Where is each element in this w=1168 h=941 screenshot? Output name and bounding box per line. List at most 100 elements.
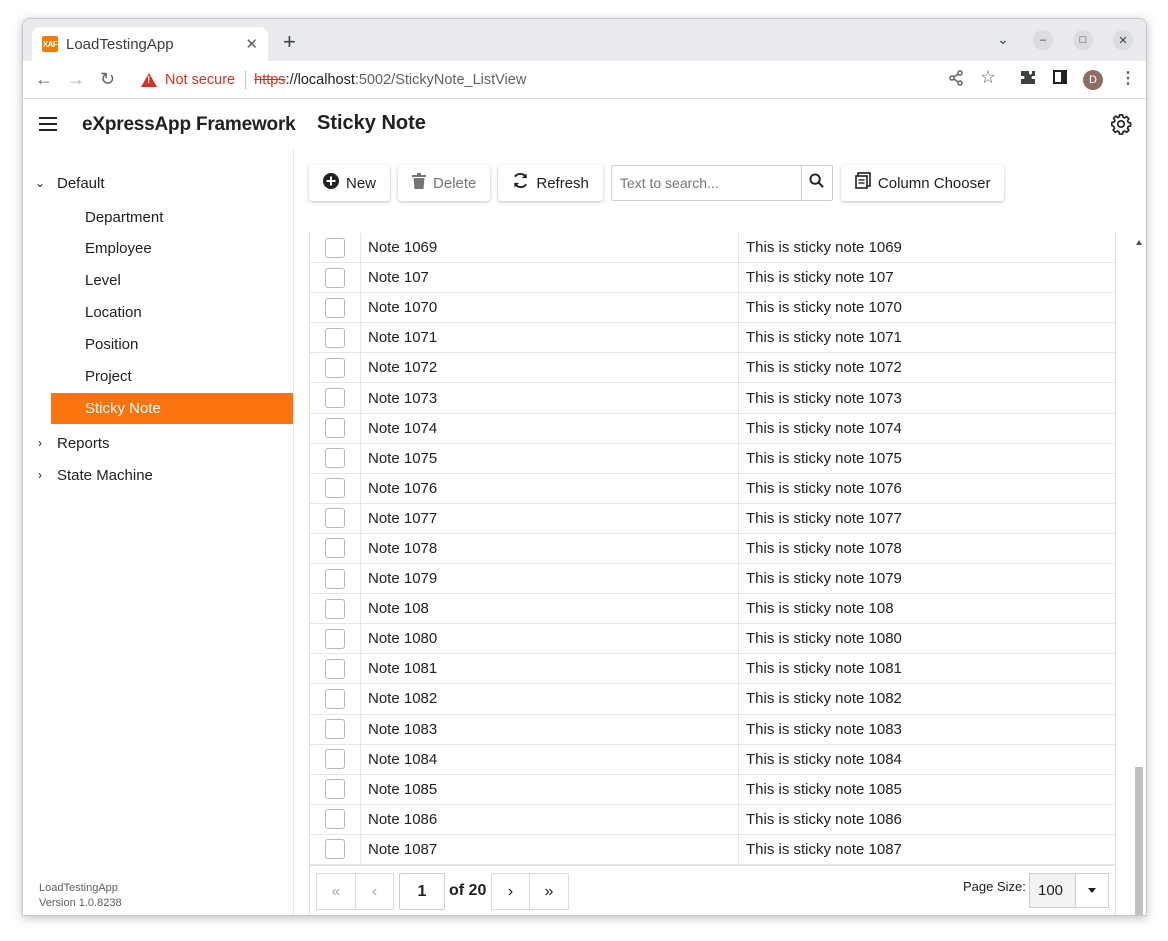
next-page-button[interactable]: › <box>491 873 530 910</box>
page-size-select[interactable]: 100 <box>1029 873 1109 908</box>
table-row[interactable]: Note 1078 This is sticky note 1078 <box>310 533 1115 565</box>
gear-icon[interactable] <box>1110 113 1132 135</box>
row-checkbox[interactable] <box>325 388 345 409</box>
row-checkbox[interactable] <box>325 598 345 619</box>
sidebar-item-sticky-note[interactable]: Sticky Note <box>51 393 293 424</box>
cell-name: Note 1081 <box>361 654 739 684</box>
table-row[interactable]: Note 1073 This is sticky note 1073 <box>310 383 1115 414</box>
first-page-button[interactable]: « <box>316 873 356 910</box>
tab-close-icon[interactable]: ✕ <box>245 35 258 53</box>
table-row[interactable]: Note 1076 This is sticky note 1076 <box>310 473 1115 504</box>
sidebar-item-project[interactable]: Project <box>51 361 293 392</box>
forward-icon[interactable]: → <box>67 69 85 89</box>
row-checkbox[interactable] <box>325 478 345 499</box>
grid-pager: « ‹ 1 of 20 › » Page Size: 100 <box>309 866 1116 915</box>
row-checkbox[interactable] <box>325 779 345 800</box>
nav-group-reports[interactable]: › Reports <box>23 432 110 454</box>
table-row[interactable]: Note 1077 This is sticky note 1077 <box>310 503 1115 534</box>
row-checkbox[interactable] <box>325 658 345 679</box>
new-tab-icon[interactable]: + <box>283 31 296 53</box>
minimize-icon[interactable]: – <box>1033 30 1053 50</box>
profile-avatar[interactable]: D <box>1083 70 1103 90</box>
navigation-sidebar: ⌄ Default Department Employee Level Loca… <box>23 150 294 915</box>
row-checkbox[interactable] <box>325 628 345 649</box>
cell-text: This is sticky note 1081 <box>746 660 902 678</box>
table-row[interactable]: Note 1084 This is sticky note 1084 <box>310 744 1115 775</box>
browser-tab[interactable]: XAF LoadTestingApp ✕ <box>32 27 268 61</box>
row-checkbox[interactable] <box>325 357 345 378</box>
grid-scrollbar[interactable] <box>1133 234 1145 915</box>
row-checkbox[interactable] <box>325 719 345 740</box>
last-page-button[interactable]: » <box>529 873 569 910</box>
table-row[interactable]: Note 1072 This is sticky note 1072 <box>310 353 1115 384</box>
reload-icon[interactable]: ↻ <box>100 69 115 89</box>
table-row[interactable]: Note 1075 This is sticky note 1075 <box>310 443 1115 474</box>
bookmark-star-icon[interactable]: ☆ <box>980 68 996 86</box>
table-row[interactable]: Note 1079 This is sticky note 1079 <box>310 564 1115 595</box>
side-panel-icon[interactable] <box>1053 70 1067 89</box>
row-checkbox[interactable] <box>325 839 345 860</box>
table-row[interactable]: Note 1087 This is sticky note 1087 <box>310 834 1115 865</box>
tab-search-chevron-icon[interactable]: ⌄ <box>997 31 1009 48</box>
table-row[interactable]: Note 1074 This is sticky note 1074 <box>310 413 1115 444</box>
sidebar-item-location[interactable]: Location <box>51 297 293 328</box>
row-checkbox[interactable] <box>325 297 345 318</box>
extensions-icon[interactable] <box>1020 70 1036 91</box>
table-row[interactable]: Note 1080 This is sticky note 1080 <box>310 624 1115 655</box>
footer-app-name: LoadTestingApp <box>39 882 118 894</box>
row-checkbox[interactable] <box>325 568 345 589</box>
row-checkbox[interactable] <box>325 508 345 529</box>
table-row[interactable]: Note 1085 This is sticky note 1085 <box>310 774 1115 805</box>
table-row[interactable]: Note 1069 This is sticky note 1069 <box>310 233 1115 264</box>
search-input[interactable] <box>611 166 801 200</box>
maximize-icon[interactable]: □ <box>1073 30 1093 50</box>
page-size-dropdown-button[interactable] <box>1076 874 1108 907</box>
row-checkbox[interactable] <box>325 237 345 258</box>
caret-down-icon <box>1088 888 1096 893</box>
search-button[interactable] <box>800 166 832 200</box>
cell-text: This is sticky note 1079 <box>746 570 902 588</box>
refresh-button[interactable]: Refresh <box>498 165 603 201</box>
scroll-up-arrow-icon[interactable] <box>1136 240 1142 245</box>
table-row[interactable]: Note 1071 This is sticky note 1071 <box>310 323 1115 354</box>
new-button[interactable]: New <box>309 165 391 201</box>
row-checkbox[interactable] <box>325 749 345 770</box>
column-chooser-button[interactable]: Column Chooser <box>840 165 1005 201</box>
table-row[interactable]: Note 1070 This is sticky note 1070 <box>310 293 1115 324</box>
table-row[interactable]: Note 108 This is sticky note 108 <box>310 594 1115 625</box>
table-row[interactable]: Note 1083 This is sticky note 1083 <box>310 714 1115 745</box>
row-checkbox[interactable] <box>325 327 345 348</box>
hamburger-menu-icon[interactable] <box>39 117 57 131</box>
table-row[interactable]: Note 1082 This is sticky note 1082 <box>310 684 1115 715</box>
table-row[interactable]: Note 1081 This is sticky note 1081 <box>310 654 1115 685</box>
sidebar-item-level[interactable]: Level <box>51 265 293 296</box>
nav-group-state-machine[interactable]: › State Machine <box>23 464 153 486</box>
browser-menu-icon[interactable]: ⋮ <box>1120 70 1136 88</box>
share-icon[interactable] <box>948 70 964 91</box>
page-number-input[interactable]: 1 <box>399 873 445 910</box>
delete-button[interactable]: Delete <box>398 165 491 201</box>
row-checkbox[interactable] <box>325 538 345 559</box>
browser-toolbar: ← → ↻ Not secure https ://localhost :500… <box>23 61 1146 99</box>
prev-page-button[interactable]: ‹ <box>355 873 394 910</box>
row-checkbox[interactable] <box>325 688 345 709</box>
window-close-icon[interactable]: ✕ <box>1113 30 1133 50</box>
row-select-cell <box>310 654 361 684</box>
page-size-value: 100 <box>1030 874 1076 907</box>
row-checkbox[interactable] <box>325 418 345 439</box>
sidebar-item-department[interactable]: Department <box>51 202 293 233</box>
address-bar[interactable]: Not secure https ://localhost :5002/Stic… <box>131 65 1001 95</box>
row-checkbox[interactable] <box>325 448 345 469</box>
sidebar-item-position[interactable]: Position <box>51 329 293 360</box>
nav-group-default[interactable]: ⌄ Default <box>23 172 105 194</box>
cell-name: Note 1087 <box>361 834 739 864</box>
row-checkbox[interactable] <box>325 809 345 830</box>
back-icon[interactable]: ← <box>35 69 53 89</box>
cell-name: Note 1071 <box>361 323 739 353</box>
sidebar-item-employee[interactable]: Employee <box>51 233 293 264</box>
table-row[interactable]: Note 1086 This is sticky note 1086 <box>310 804 1115 835</box>
scroll-thumb[interactable] <box>1135 767 1143 915</box>
row-checkbox[interactable] <box>325 267 345 288</box>
table-row[interactable]: Note 107 This is sticky note 107 <box>310 263 1115 294</box>
cell-name: Note 1085 <box>361 774 739 804</box>
